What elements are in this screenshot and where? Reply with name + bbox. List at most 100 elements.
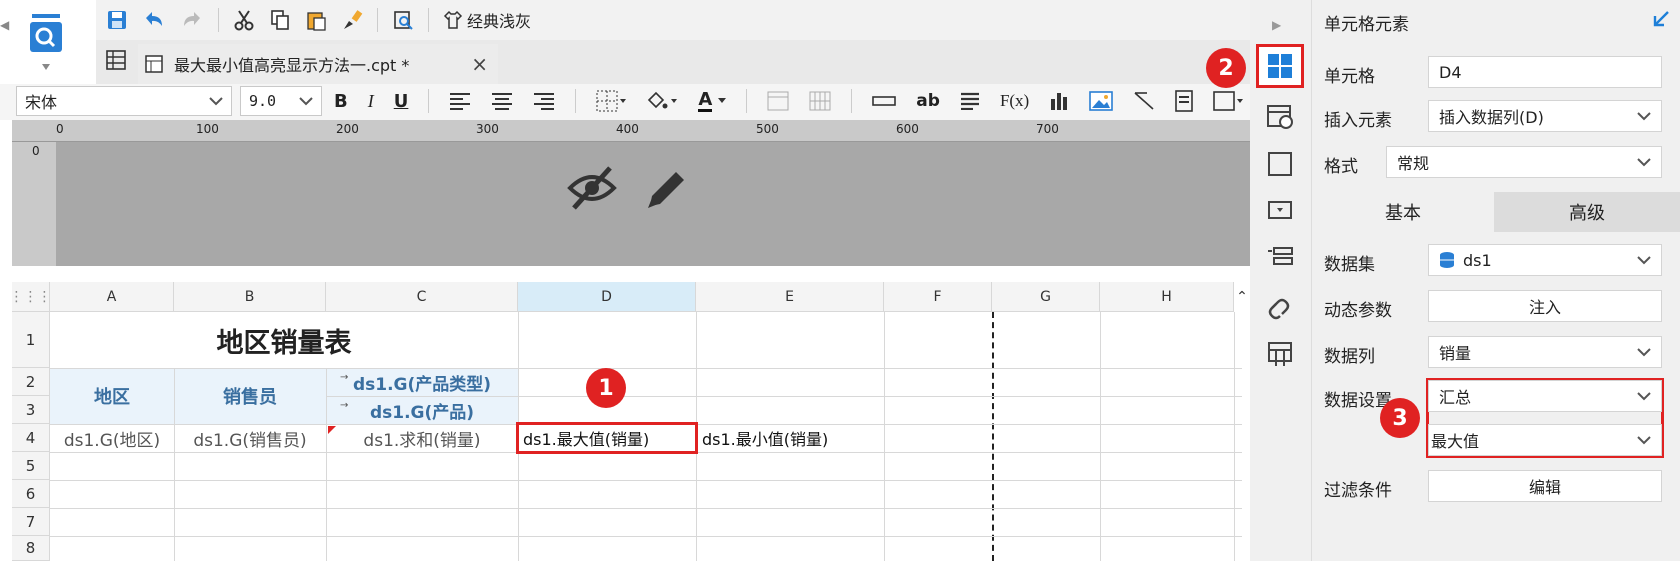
left-collapse-icon[interactable]: ◀: [0, 18, 9, 38]
cell-header-product-type[interactable]: ds1.G(产品类型): [326, 368, 518, 396]
column-header-g[interactable]: G: [992, 282, 1100, 312]
hide-eye-icon[interactable]: [566, 164, 618, 212]
cell-element-panel-button[interactable]: [1256, 44, 1304, 88]
align-center-icon[interactable]: [491, 92, 513, 110]
insert-image-icon[interactable]: [1089, 91, 1114, 111]
row-header-2[interactable]: 2: [12, 368, 50, 396]
cell-a4[interactable]: ds1.G(地区): [50, 424, 174, 452]
tab-basic[interactable]: 基本: [1312, 192, 1494, 232]
align-right-icon[interactable]: [533, 92, 555, 110]
row-header-7[interactable]: 7: [12, 508, 50, 536]
align-left-icon[interactable]: [449, 92, 471, 110]
cell-e4[interactable]: ds1.最小值(销量): [698, 424, 884, 452]
scroll-up-icon[interactable]: ⌃: [1234, 282, 1250, 312]
theme-label: 经典浅灰: [467, 12, 532, 31]
insert-float-icon[interactable]: [1213, 90, 1245, 112]
bold-button[interactable]: B: [334, 91, 348, 112]
horizontal-ruler: 0 100 200 300 400 500 600 700: [12, 120, 1250, 142]
row-header-4[interactable]: 4: [12, 424, 50, 452]
cell-header-sales[interactable]: 销售员: [174, 368, 326, 424]
tab-advanced[interactable]: 高级: [1494, 192, 1680, 232]
collapse-arrow-icon[interactable]: [1652, 10, 1670, 28]
insert-element-select[interactable]: 插入数据列(D): [1428, 100, 1662, 132]
row-header-5[interactable]: 5: [12, 452, 50, 480]
redo-icon[interactable]: [180, 10, 204, 30]
column-header-h[interactable]: H: [1100, 282, 1234, 312]
save-icon[interactable]: [106, 9, 128, 31]
cell-attribute-icon[interactable]: [1266, 102, 1294, 130]
paste-icon[interactable]: [305, 9, 327, 31]
merge-cells-icon[interactable]: [767, 91, 789, 111]
chevron-down-icon: [1637, 391, 1651, 401]
row-header-1[interactable]: 1: [12, 312, 50, 368]
close-icon[interactable]: ×: [471, 52, 488, 76]
expand-panel-icon[interactable]: ▶: [1272, 18, 1281, 32]
inject-button[interactable]: 注入: [1428, 290, 1662, 322]
condition-attribute-icon[interactable]: [1266, 244, 1294, 272]
mobile-attribute-icon[interactable]: [1266, 340, 1294, 368]
preview-icon[interactable]: [392, 9, 414, 31]
fill-color-icon[interactable]: [646, 90, 678, 112]
unmerge-cells-icon[interactable]: [809, 91, 831, 111]
font-size-select[interactable]: 9.0: [240, 86, 322, 116]
insert-rich-text-button[interactable]: ab: [916, 91, 940, 111]
column-header-d[interactable]: D: [518, 282, 696, 312]
underline-button[interactable]: U: [394, 91, 409, 112]
column-header-c[interactable]: C: [326, 282, 518, 312]
data-setting-function-select[interactable]: 最大值: [1428, 424, 1662, 456]
insert-paragraph-icon[interactable]: [960, 92, 980, 110]
cell-d4-selected[interactable]: ds1.最大值(销量): [516, 422, 698, 454]
insert-text-icon[interactable]: [872, 96, 897, 106]
cell-title[interactable]: 地区销量表: [50, 312, 518, 368]
cell-header-region[interactable]: 地区: [50, 368, 174, 424]
chevron-down-icon: [299, 96, 313, 106]
cell-header-product[interactable]: ds1.G(产品): [326, 396, 518, 424]
font-color-icon[interactable]: A: [698, 90, 727, 112]
format-brush-icon[interactable]: [341, 9, 363, 31]
dataset-select[interactable]: ds1: [1428, 244, 1662, 276]
insert-formula-button[interactable]: F(x): [1000, 91, 1029, 111]
column-header-f[interactable]: F: [884, 282, 992, 312]
insert-subreport-icon[interactable]: [1175, 90, 1194, 112]
app-logo-icon[interactable]: [22, 8, 70, 80]
insert-chart-icon[interactable]: [1049, 91, 1069, 111]
font-name-select[interactable]: 宋体: [16, 86, 232, 116]
data-setting-mode-select[interactable]: 汇总: [1428, 380, 1662, 412]
row-header-8[interactable]: 8: [12, 536, 50, 561]
cut-icon[interactable]: [233, 9, 255, 31]
column-header-a[interactable]: A: [50, 282, 174, 312]
row-header-6[interactable]: 6: [12, 480, 50, 508]
dataset-value-wrap: ds1: [1439, 251, 1492, 270]
filter-edit-button[interactable]: 编辑: [1428, 470, 1662, 502]
theme-button[interactable]: 经典浅灰: [443, 8, 531, 32]
edit-pencil-icon[interactable]: [644, 166, 690, 212]
ruler-mark: 300: [476, 122, 499, 136]
italic-button[interactable]: I: [368, 91, 374, 112]
tab-report-file[interactable]: 最大最小值高亮显示方法一.cpt * ×: [138, 44, 498, 84]
widget-settings-icon[interactable]: [1266, 196, 1294, 224]
undo-icon[interactable]: [142, 10, 166, 30]
row-header-3[interactable]: 3: [12, 396, 50, 424]
column-header-b[interactable]: B: [174, 282, 326, 312]
step-badge-2: 2: [1206, 48, 1246, 88]
cell-b4[interactable]: ds1.G(销售员): [174, 424, 326, 452]
grid-view-icon[interactable]: [104, 48, 130, 74]
toolbar-separator: [428, 8, 429, 32]
cell-field[interactable]: D4: [1428, 56, 1662, 88]
spreadsheet-grid[interactable]: ⋮⋮⋮ A B C D E F G H ⌃ 1 2 3 4 5 6 7 8 地区…: [10, 282, 1250, 561]
border-icon[interactable]: [596, 90, 627, 112]
float-element-icon[interactable]: [1266, 150, 1294, 178]
grid-line: [50, 508, 1242, 509]
grid-corner[interactable]: ⋮⋮⋮: [10, 282, 52, 312]
ruler-mark: 200: [336, 122, 359, 136]
format-select[interactable]: 常规: [1386, 146, 1662, 178]
cell-c4[interactable]: ds1.求和(销量): [326, 424, 518, 452]
toolbar-separator: [851, 89, 853, 113]
column-header-e[interactable]: E: [696, 282, 884, 312]
hyperlink-icon[interactable]: [1266, 292, 1294, 320]
data-column-select[interactable]: 销量: [1428, 336, 1662, 368]
insert-element-value: 插入数据列(D): [1439, 108, 1544, 127]
toolbar-separator: [377, 8, 378, 32]
copy-icon[interactable]: [269, 9, 291, 31]
insert-slash-icon[interactable]: [1133, 91, 1155, 111]
